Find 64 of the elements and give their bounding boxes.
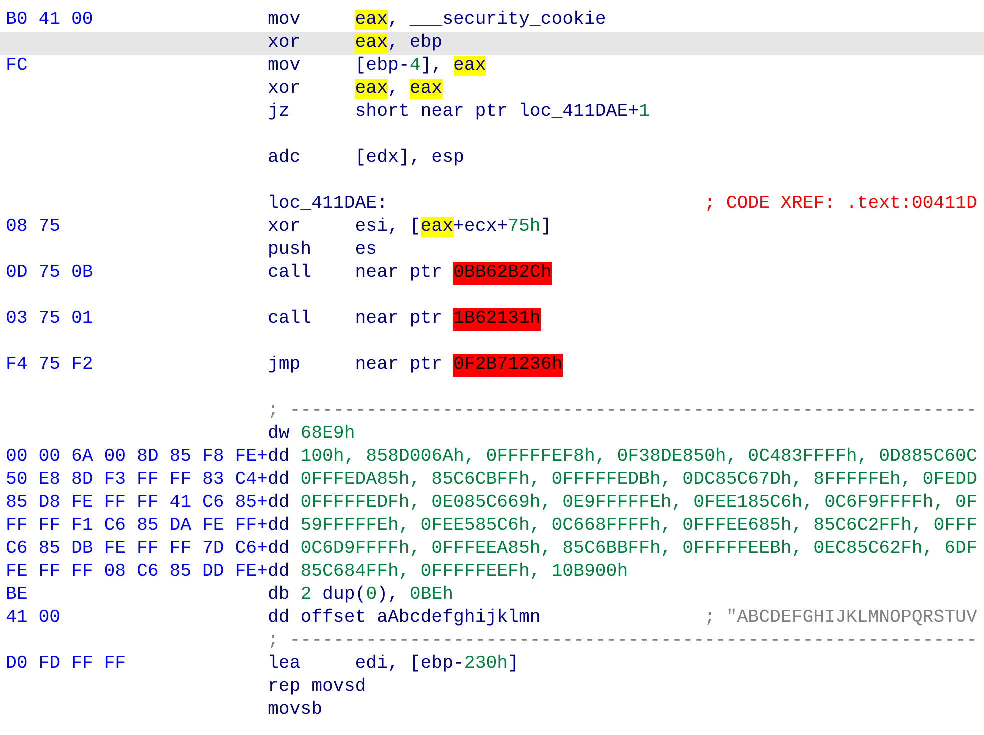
operand-text: near ptr 0F2B71236h bbox=[355, 354, 564, 377]
mnemonic: lea bbox=[268, 653, 302, 676]
mnemonic: mov bbox=[268, 9, 302, 32]
operand-text: 59FFFFFEh, 0FEE585C6h, 0C668FFFFh, 0FFFEE685h, 85C6C2FFh, 0FFF bbox=[300, 515, 978, 538]
operand-text: near ptr 0BB62B2Ch bbox=[355, 262, 553, 285]
mnemonic: call bbox=[268, 262, 313, 285]
operand-text: eax, ebp bbox=[355, 32, 444, 55]
comment-text: ; "ABCDEFGHIJKLMNOPQRSTUV bbox=[704, 607, 978, 630]
opcode-bytes: F4 75 F2 bbox=[6, 355, 94, 375]
opcode-bytes: B0 41 00 bbox=[6, 10, 94, 30]
separator-comment: ; --------------------------------------------------------------- bbox=[268, 630, 978, 653]
directive: dd bbox=[268, 561, 290, 584]
opcode-bytes: FF FF F1 C6 85 DA FE FF+ bbox=[6, 516, 268, 536]
operand-text: 0FFFEDA85h, 85C6CBFFh, 0FFFFFEDBh, 0DC85C67Dh, 8FFFFFEh, 0FEDD bbox=[300, 469, 978, 492]
directive: dd bbox=[268, 492, 290, 515]
operand-text: short near ptr loc_411DAE+1 bbox=[355, 101, 651, 124]
directive: db bbox=[268, 584, 290, 607]
operand-text: eax, eax bbox=[355, 78, 444, 101]
opcode-bytes: FE FF FF 08 C6 85 DD FE+ bbox=[6, 562, 268, 582]
directive: dd bbox=[268, 607, 290, 630]
operand-text: offset aAbcdefghijklmn bbox=[300, 607, 541, 630]
operand-text: 68E9h bbox=[300, 423, 356, 446]
mnemonic: xor bbox=[268, 32, 302, 55]
mnemonic: adc bbox=[268, 147, 302, 170]
operand-text: edi, [ebp-230h] bbox=[355, 653, 520, 676]
opcode-bytes: 08 75 bbox=[6, 217, 61, 237]
code-label[interactable]: loc_411DAE: bbox=[268, 193, 388, 216]
operand-text: 100h, 858D006Ah, 0FFFFFEF8h, 0F38DE850h, 0C483FFFFh, 0D885C60C bbox=[300, 446, 978, 469]
opcode-bytes: 85 D8 FE FF FF 41 C6 85+ bbox=[6, 493, 268, 513]
operand-text: 85C684FFh, 0FFFFFEEFh, 10B900h bbox=[300, 561, 628, 584]
operand-text: es bbox=[355, 239, 378, 262]
separator-comment: ; --------------------------------------------------------------- bbox=[268, 400, 978, 423]
opcode-bytes: 41 00 bbox=[6, 608, 61, 628]
operand-text: [ebp-4], eax bbox=[355, 55, 488, 78]
mnemonic: jmp bbox=[268, 354, 302, 377]
opcode-bytes: 0D 75 0B bbox=[6, 263, 94, 283]
opcode-bytes: 03 75 01 bbox=[6, 309, 94, 329]
directive: dd bbox=[268, 515, 290, 538]
directive: dw bbox=[268, 423, 290, 446]
mnemonic: push bbox=[268, 239, 313, 262]
operand-text: eax, ___security_cookie bbox=[355, 9, 608, 32]
directive: rep movsd bbox=[268, 676, 366, 699]
mnemonic: xor bbox=[268, 216, 302, 239]
directive: movsb bbox=[268, 699, 323, 722]
operand-text: [edx], esp bbox=[355, 147, 466, 170]
mnemonic: mov bbox=[268, 55, 302, 78]
mnemonic: jz bbox=[268, 101, 291, 124]
operand-text: 0C6D9FFFFh, 0FFFEEA85h, 85C6BBFFh, 0FFFFFEEBh, 0EC85C62Fh, 6DF bbox=[300, 538, 978, 561]
opcode-bytes: BE bbox=[6, 585, 28, 605]
opcode-bytes: 00 00 6A 00 8D 85 F8 FE+ bbox=[6, 447, 268, 467]
operand-text: 2 dup(0), 0BEh bbox=[300, 584, 454, 607]
opcode-bytes: D0 FD FF FF bbox=[6, 654, 126, 674]
mnemonic: xor bbox=[268, 78, 302, 101]
opcode-bytes: C6 85 DB FE FF FF 7D C6+ bbox=[6, 539, 268, 559]
operand-text: near ptr 1B62131h bbox=[355, 308, 542, 331]
comment-text: ; CODE XREF: .text:00411D bbox=[704, 193, 978, 216]
operand-text: 0FFFFFEDFh, 0E085C669h, 0E9FFFFFEh, 0FEE185C6h, 0C6F9FFFFh, 0F bbox=[300, 492, 978, 515]
opcode-bytes: FC bbox=[6, 56, 28, 76]
directive: dd bbox=[268, 469, 290, 492]
mnemonic: call bbox=[268, 308, 313, 331]
operand-text: esi, [eax+ecx+75h] bbox=[355, 216, 553, 239]
opcode-bytes: 50 E8 8D F3 FF FF 83 C4+ bbox=[6, 470, 268, 490]
directive: dd bbox=[268, 538, 290, 561]
directive: dd bbox=[268, 446, 290, 469]
